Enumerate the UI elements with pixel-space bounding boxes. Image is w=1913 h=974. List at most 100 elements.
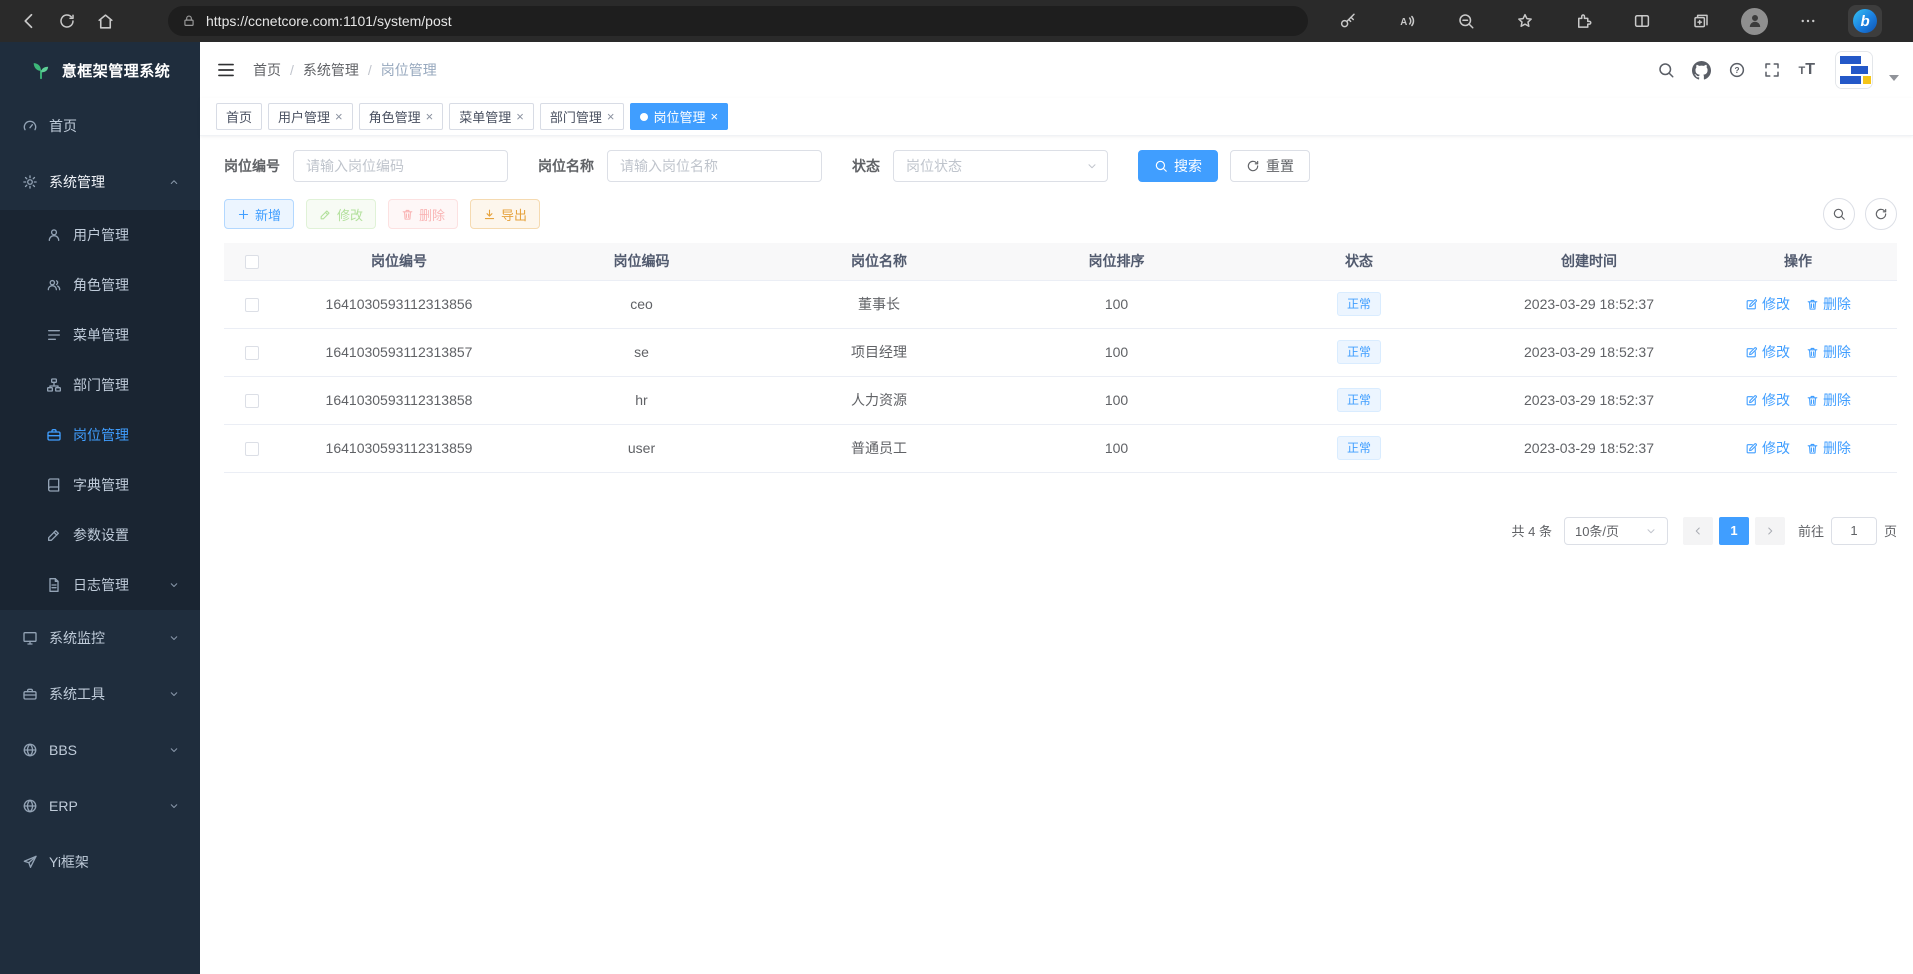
close-icon[interactable]: × xyxy=(516,110,524,123)
list-icon xyxy=(46,327,62,343)
export-button[interactable]: 导出 xyxy=(470,199,540,229)
goto-page-input[interactable] xyxy=(1831,517,1877,545)
breadcrumb: 首页 / 系统管理 / 岗位管理 xyxy=(253,60,437,80)
back-icon xyxy=(19,11,39,31)
browser-back-button[interactable] xyxy=(10,5,48,37)
sidebar-item-system-monitor[interactable]: 系统监控 xyxy=(0,610,200,666)
sidebar-item-menu-management[interactable]: 菜单管理 xyxy=(0,310,200,360)
tabs-bar: 首页 用户管理× 角色管理× 菜单管理× 部门管理 × 岗位管理× xyxy=(200,98,1913,136)
col-post-id: 岗位编号 xyxy=(279,243,519,280)
add-button[interactable]: 新增 xyxy=(224,199,294,229)
help-button[interactable]: ? xyxy=(1728,61,1746,79)
avatar-logo xyxy=(1836,52,1872,88)
caret-down-icon[interactable] xyxy=(1889,75,1899,81)
sidebar: 意框架管理系统 首页 系统管理 用户管理 角色管理 xyxy=(0,42,200,974)
cell-post-sort: 100 xyxy=(994,376,1239,424)
row-checkbox[interactable] xyxy=(245,394,259,408)
post-id-input[interactable] xyxy=(293,150,508,182)
tab-menu-management[interactable]: 菜单管理× xyxy=(449,103,534,130)
sidebar-item-role-management[interactable]: 角色管理 xyxy=(0,260,200,310)
favorites-icon[interactable] xyxy=(1506,5,1544,37)
close-icon[interactable]: × xyxy=(607,110,615,123)
row-checkbox[interactable] xyxy=(245,442,259,456)
browser-refresh-button[interactable] xyxy=(48,5,86,37)
browser-home-button[interactable] xyxy=(86,5,124,37)
row-delete-button[interactable]: 删除 xyxy=(1806,438,1851,458)
page-size-select[interactable]: 10条/页 xyxy=(1564,517,1668,545)
split-screen-icon[interactable] xyxy=(1623,5,1661,37)
more-menu-icon[interactable] xyxy=(1789,5,1827,37)
github-button[interactable] xyxy=(1692,61,1711,80)
sidebar-item-log-management[interactable]: 日志管理 xyxy=(0,560,200,610)
status-badge: 正常 xyxy=(1337,340,1381,364)
toggle-search-button[interactable] xyxy=(1823,198,1855,230)
cell-post-sort: 100 xyxy=(994,424,1239,472)
export-button-label: 导出 xyxy=(501,205,527,224)
app-frame: 意框架管理系统 首页 系统管理 用户管理 角色管理 xyxy=(0,42,1913,974)
sidebar-item-system-management[interactable]: 系统管理 xyxy=(0,154,200,210)
sidebar-item-post-management[interactable]: 岗位管理 xyxy=(0,410,200,460)
select-all-checkbox[interactable] xyxy=(245,255,259,269)
sidebar-toggle-button[interactable] xyxy=(216,60,236,80)
user-avatar[interactable] xyxy=(1836,52,1872,88)
password-key-icon[interactable] xyxy=(1329,5,1367,37)
search-button[interactable]: 搜索 xyxy=(1138,150,1218,182)
tab-user-management[interactable]: 用户管理× xyxy=(268,103,353,130)
status-label: 状态 xyxy=(852,156,880,176)
sidebar-item-bbs[interactable]: BBS xyxy=(0,722,200,778)
tab-role-management[interactable]: 角色管理× xyxy=(359,103,444,130)
status-badge: 正常 xyxy=(1337,388,1381,412)
edit-button[interactable]: 修改 xyxy=(306,199,376,229)
breadcrumb-system[interactable]: 系统管理 xyxy=(303,60,359,80)
zoom-out-icon[interactable] xyxy=(1447,5,1485,37)
prev-page-button[interactable] xyxy=(1683,517,1713,545)
sidebar-item-dict-management[interactable]: 字典管理 xyxy=(0,460,200,510)
next-page-button[interactable] xyxy=(1755,517,1785,545)
sidebar-item-param-settings[interactable]: 参数设置 xyxy=(0,510,200,560)
tab-dept-management[interactable]: 部门管理 × xyxy=(540,103,625,130)
reset-button[interactable]: 重置 xyxy=(1230,150,1310,182)
status-select[interactable] xyxy=(893,150,1108,182)
post-id-label: 岗位编号 xyxy=(224,156,280,176)
sidebar-menu: 首页 系统管理 用户管理 角色管理 菜单管理 xyxy=(0,98,200,974)
sidebar-item-yi-framework[interactable]: Yi框架 xyxy=(0,834,200,890)
close-icon[interactable]: × xyxy=(335,110,343,123)
page-1-button[interactable]: 1 xyxy=(1719,517,1749,545)
delete-button[interactable]: 删除 xyxy=(388,199,458,229)
row-delete-button[interactable]: 删除 xyxy=(1806,390,1851,410)
extensions-icon[interactable] xyxy=(1565,5,1603,37)
sidebar-item-home[interactable]: 首页 xyxy=(0,98,200,154)
browser-profile-avatar[interactable] xyxy=(1741,8,1768,35)
row-edit-button[interactable]: 修改 xyxy=(1745,390,1790,410)
app-logo[interactable]: 意框架管理系统 xyxy=(0,42,200,98)
row-delete-button[interactable]: 删除 xyxy=(1806,342,1851,362)
sidebar-item-user-management[interactable]: 用户管理 xyxy=(0,210,200,260)
address-bar[interactable]: https://ccnetcore.com:1101/system/post xyxy=(168,6,1308,36)
row-checkbox[interactable] xyxy=(245,298,259,312)
row-checkbox[interactable] xyxy=(245,346,259,360)
status-badge: 正常 xyxy=(1337,292,1381,316)
post-name-input[interactable] xyxy=(607,150,822,182)
collections-icon[interactable] xyxy=(1682,5,1720,37)
breadcrumb-home[interactable]: 首页 xyxy=(253,60,281,80)
row-edit-button[interactable]: 修改 xyxy=(1745,294,1790,314)
font-size-button[interactable]: TT xyxy=(1798,61,1815,79)
row-edit-button[interactable]: 修改 xyxy=(1745,438,1790,458)
copilot-button[interactable]: b xyxy=(1848,5,1882,37)
fullscreen-button[interactable] xyxy=(1763,61,1781,79)
tab-home[interactable]: 首页 xyxy=(216,103,262,130)
header-search-button[interactable] xyxy=(1657,61,1675,79)
table-header-row: 岗位编号 岗位编码 岗位名称 岗位排序 状态 创建时间 操作 xyxy=(224,243,1897,280)
close-icon[interactable]: × xyxy=(710,110,718,123)
close-icon[interactable]: × xyxy=(426,110,434,123)
filter-form: 岗位编号 岗位名称 状态 搜索 xyxy=(224,150,1897,182)
row-edit-button[interactable]: 修改 xyxy=(1745,342,1790,362)
sidebar-item-dept-management[interactable]: 部门管理 xyxy=(0,360,200,410)
refresh-table-button[interactable] xyxy=(1865,198,1897,230)
tab-post-management[interactable]: 岗位管理× xyxy=(630,103,728,130)
read-aloud-icon[interactable]: A xyxy=(1388,5,1426,37)
tab-label: 部门管理 xyxy=(550,107,602,126)
sidebar-item-system-tools[interactable]: 系统工具 xyxy=(0,666,200,722)
sidebar-item-erp[interactable]: ERP xyxy=(0,778,200,834)
row-delete-button[interactable]: 删除 xyxy=(1806,294,1851,314)
